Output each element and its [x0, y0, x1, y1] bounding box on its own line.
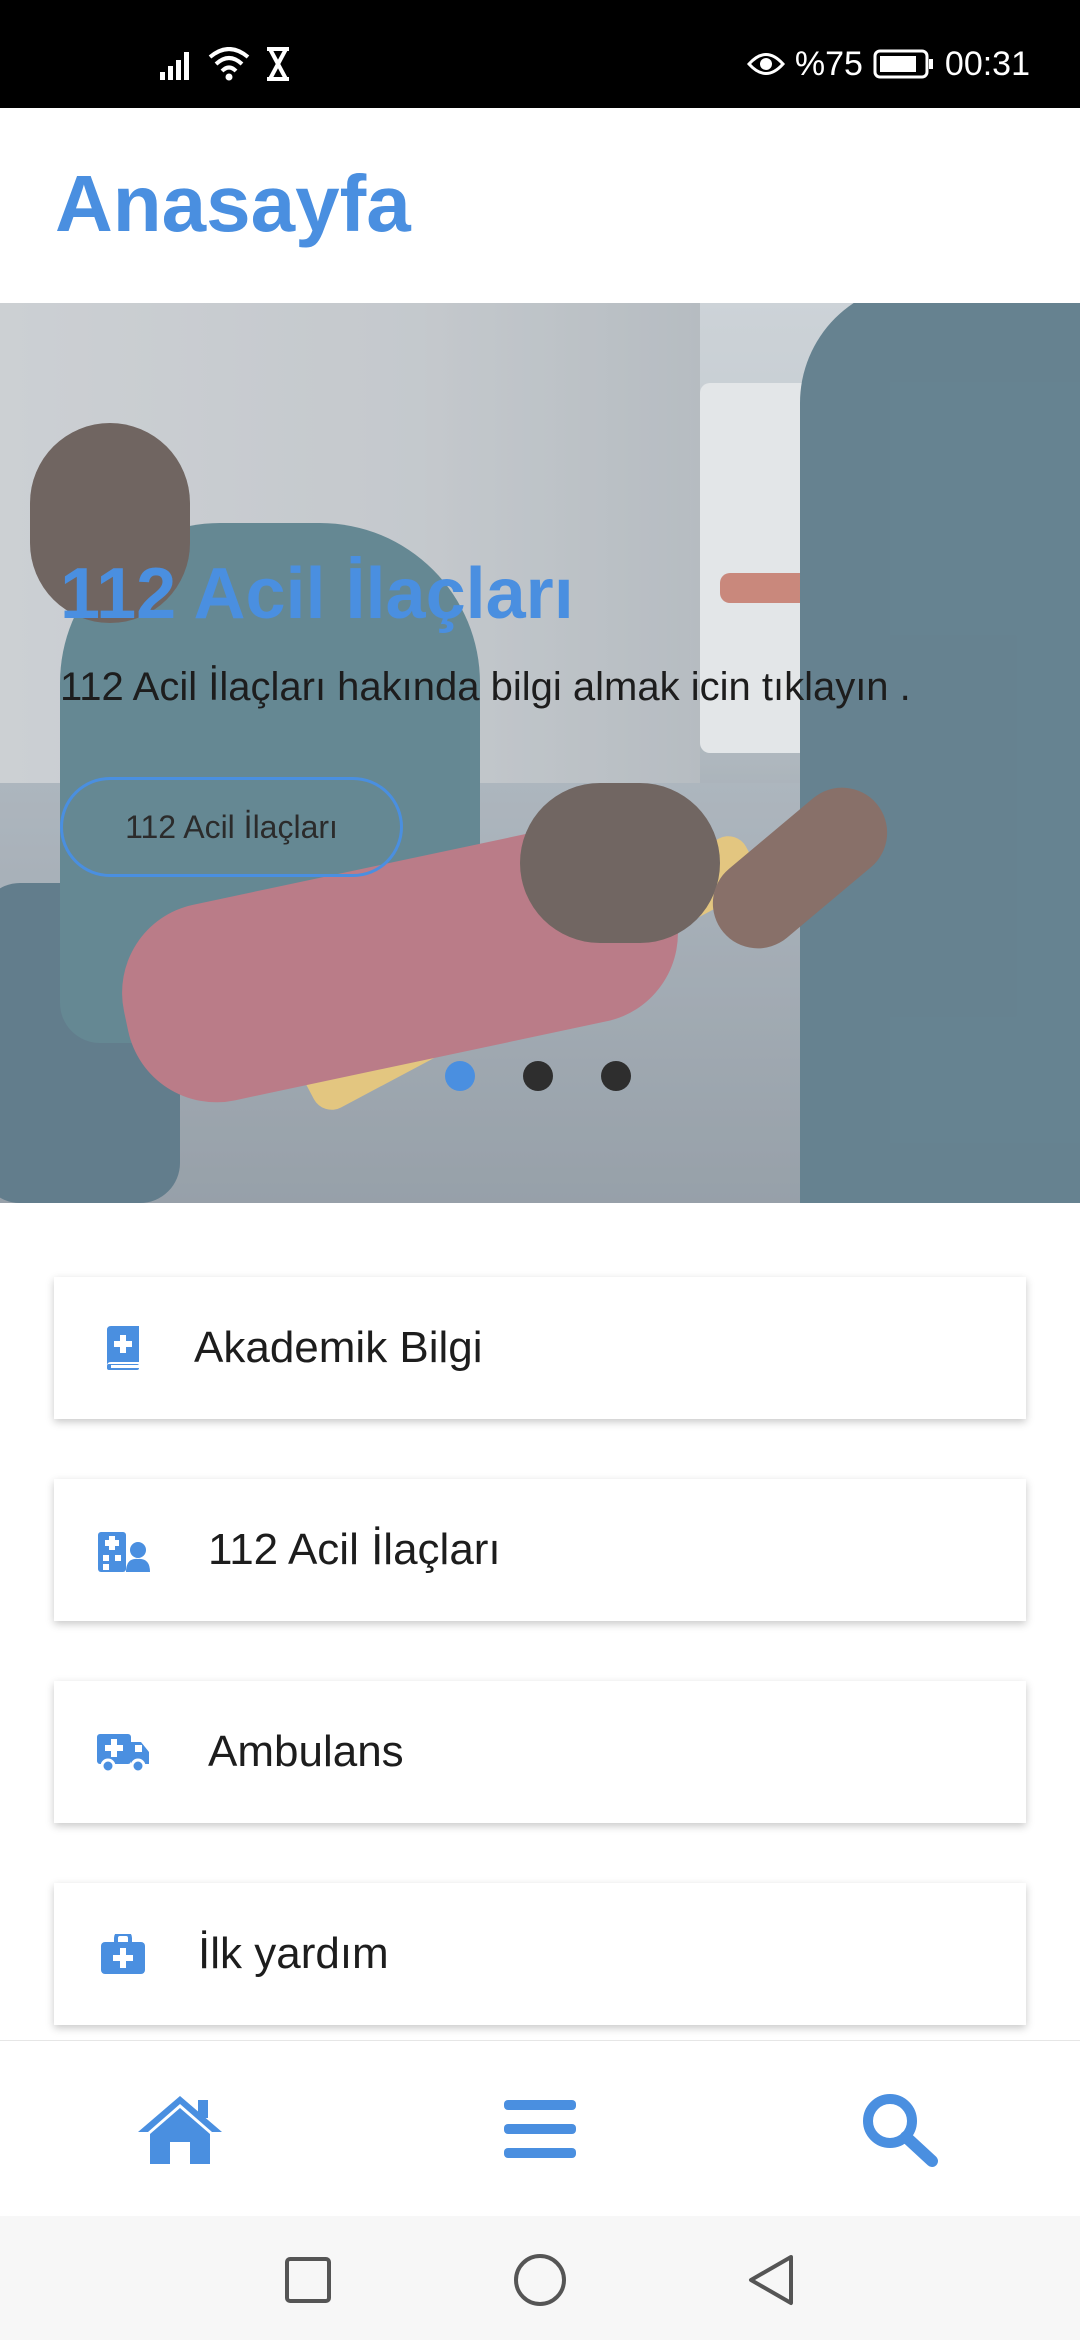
clock: 00:31 [944, 44, 1030, 83]
status-right-icons: %75 00:31 [746, 44, 1030, 84]
circle-icon [514, 2254, 566, 2306]
app-header: Anasayfa [0, 108, 1080, 303]
bottom-navigation [0, 2040, 1080, 2216]
hero-cta-button[interactable]: 112 Acil İlaçları [60, 777, 403, 877]
carousel-dot-2[interactable] [523, 1061, 553, 1091]
menu-item-akademik-bilgi[interactable]: Akademik Bilgi [54, 1277, 1026, 1419]
signal-icon [160, 52, 189, 80]
hero-carousel[interactable]: 112 Acil İlaçları 112 Acil İlaçları hakı… [0, 303, 1080, 1203]
system-navigation-bar [0, 2216, 1080, 2340]
back-button[interactable] [742, 2252, 798, 2308]
home-icon [138, 2096, 222, 2164]
recents-button[interactable] [280, 2252, 336, 2308]
page-title: Anasayfa [55, 159, 411, 248]
first-aid-kit-icon [96, 1930, 150, 1978]
menu-item-label: Ambulans [208, 1727, 404, 1776]
menu-item-label: Akademik Bilgi [194, 1323, 483, 1372]
nav-menu-button[interactable] [492, 2089, 588, 2169]
nav-home-button[interactable] [132, 2089, 228, 2169]
square-icon [285, 2257, 331, 2303]
hero-title: 112 Acil İlaçları [60, 554, 574, 634]
carousel-dot-1[interactable] [445, 1061, 475, 1091]
carousel-dot-3[interactable] [601, 1061, 631, 1091]
wifi-icon [208, 47, 250, 81]
hero-description: 112 Acil İlaçları hakında bilgi almak ic… [60, 665, 911, 709]
menu-item-label: İlk yardım [198, 1929, 389, 1978]
battery-percent: %75 [794, 44, 863, 83]
menu-icon [504, 2100, 576, 2158]
menu-item-ambulans[interactable]: Ambulans [54, 1681, 1026, 1823]
menu-item-112-acil-ilaclari[interactable]: 112 Acil İlaçları [54, 1479, 1026, 1621]
menu-item-ilk-yardim[interactable]: İlk yardım [54, 1883, 1026, 2025]
nav-search-button[interactable] [852, 2089, 948, 2169]
eye-icon [746, 53, 785, 75]
battery-icon [873, 49, 933, 79]
back-triangle-icon [749, 2255, 793, 2305]
search-icon [863, 2094, 938, 2167]
status-bar: %75 00:31 [0, 0, 1080, 108]
home-system-button[interactable] [512, 2252, 568, 2308]
menu-item-label: 112 Acil İlaçları [208, 1525, 501, 1574]
hospital-user-icon [96, 1526, 150, 1574]
carousel-indicators [445, 1061, 631, 1091]
ambulance-icon [96, 1728, 150, 1776]
medical-book-icon [96, 1324, 150, 1372]
status-left-icons [160, 44, 292, 84]
hourglass-icon [267, 47, 289, 81]
